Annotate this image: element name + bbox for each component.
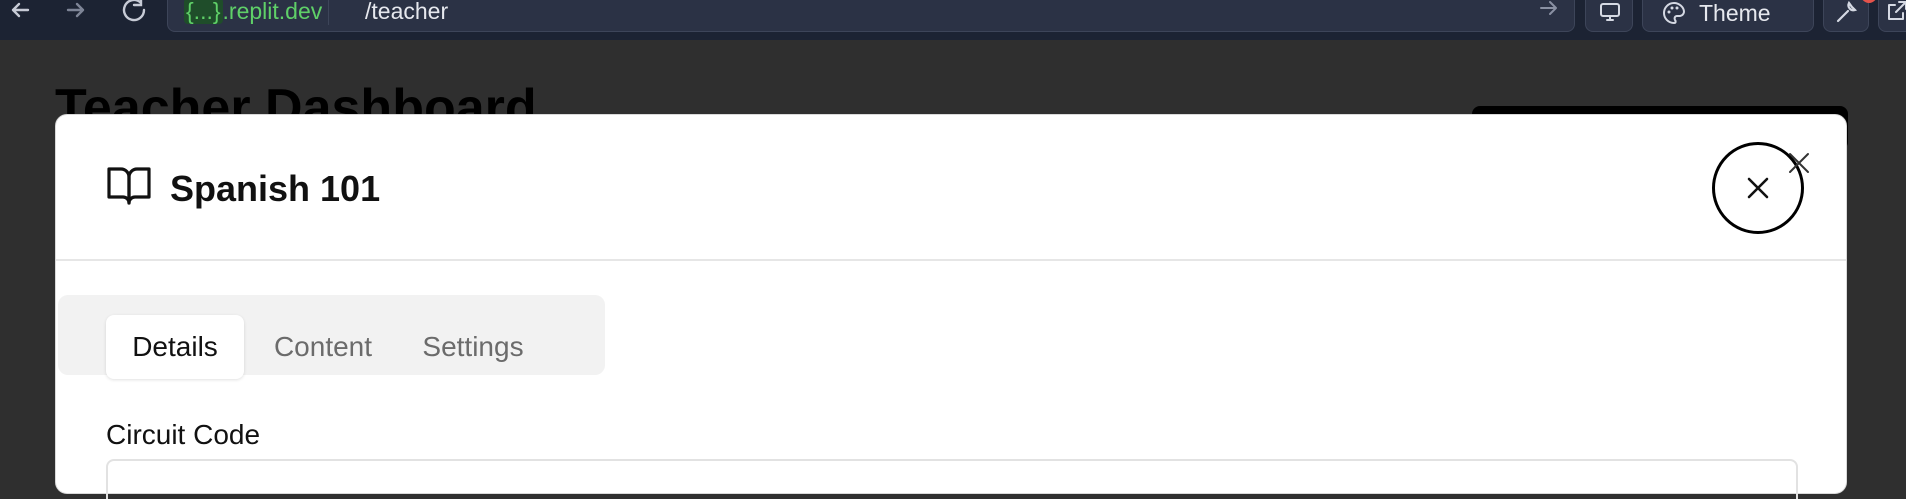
external-link-icon bbox=[1888, 1, 1906, 20]
tab-settings[interactable]: Settings bbox=[414, 315, 532, 379]
devices-button[interactable] bbox=[1585, 0, 1633, 32]
book-open-icon bbox=[107, 167, 151, 205]
theme-button[interactable]: Theme bbox=[1642, 0, 1814, 32]
dialog-title: Spanish 101 bbox=[170, 168, 381, 209]
notification-badge bbox=[1861, 0, 1877, 3]
dialog-header: Spanish 101 bbox=[56, 115, 1846, 261]
circuit-code-field[interactable] bbox=[106, 459, 1798, 499]
browser-toolbar: {...}.replit.dev /teacher Theme bbox=[0, 0, 1906, 40]
address-bar[interactable]: {...}.replit.dev /teacher bbox=[167, 0, 1575, 32]
tools-button[interactable] bbox=[1823, 0, 1877, 32]
palette-icon bbox=[1663, 1, 1686, 25]
theme-label: Theme bbox=[1699, 0, 1771, 26]
monitor-icon bbox=[1600, 3, 1620, 21]
go-arrow-icon[interactable] bbox=[1538, 0, 1560, 22]
dialog-tabs: Details Content Settings bbox=[58, 295, 605, 379]
forward-arrow-icon[interactable] bbox=[62, 0, 92, 24]
open-external-button[interactable] bbox=[1878, 0, 1906, 32]
close-icon bbox=[1747, 177, 1769, 199]
close-x-icon[interactable] bbox=[1787, 151, 1813, 182]
reload-icon[interactable] bbox=[120, 0, 150, 24]
wrench-icon bbox=[1836, 0, 1858, 23]
course-dialog: Spanish 101 Details Content Settings Cir… bbox=[55, 114, 1847, 499]
tab-content[interactable]: Content bbox=[268, 315, 378, 379]
tab-details[interactable]: Details bbox=[106, 315, 244, 379]
circuit-code-label: Circuit Code bbox=[106, 419, 261, 450]
back-arrow-icon[interactable] bbox=[6, 0, 36, 24]
url-host: {...}.replit.dev bbox=[178, 0, 330, 25]
url-path: /teacher bbox=[365, 0, 449, 24]
